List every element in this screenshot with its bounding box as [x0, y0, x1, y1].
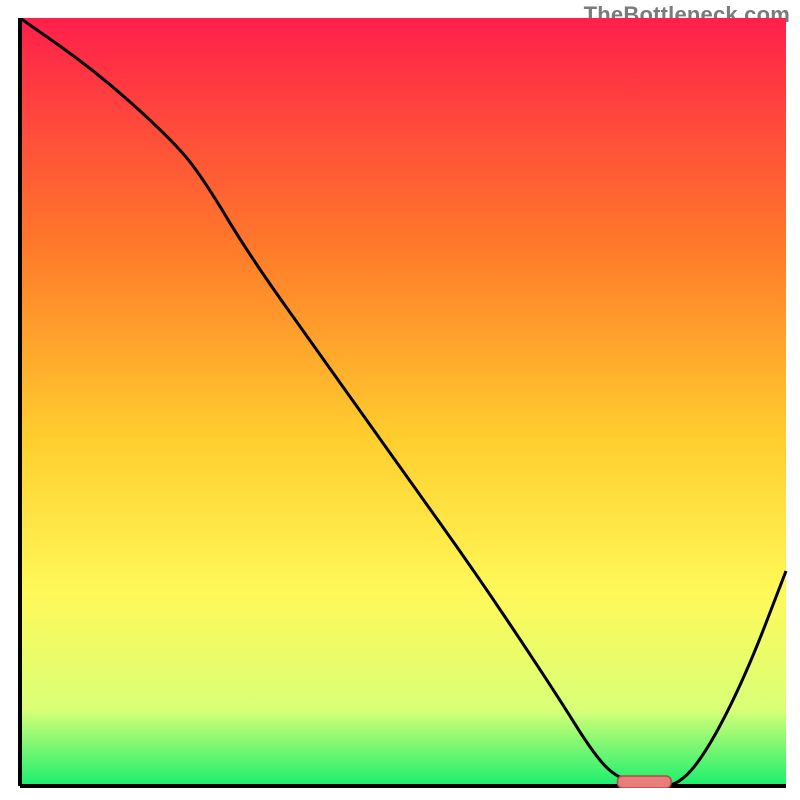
- plot-background: [20, 18, 786, 786]
- chart-canvas: TheBottleneck.com: [0, 0, 800, 800]
- bottleneck-plot: [18, 18, 788, 788]
- optimum-marker: [618, 776, 672, 788]
